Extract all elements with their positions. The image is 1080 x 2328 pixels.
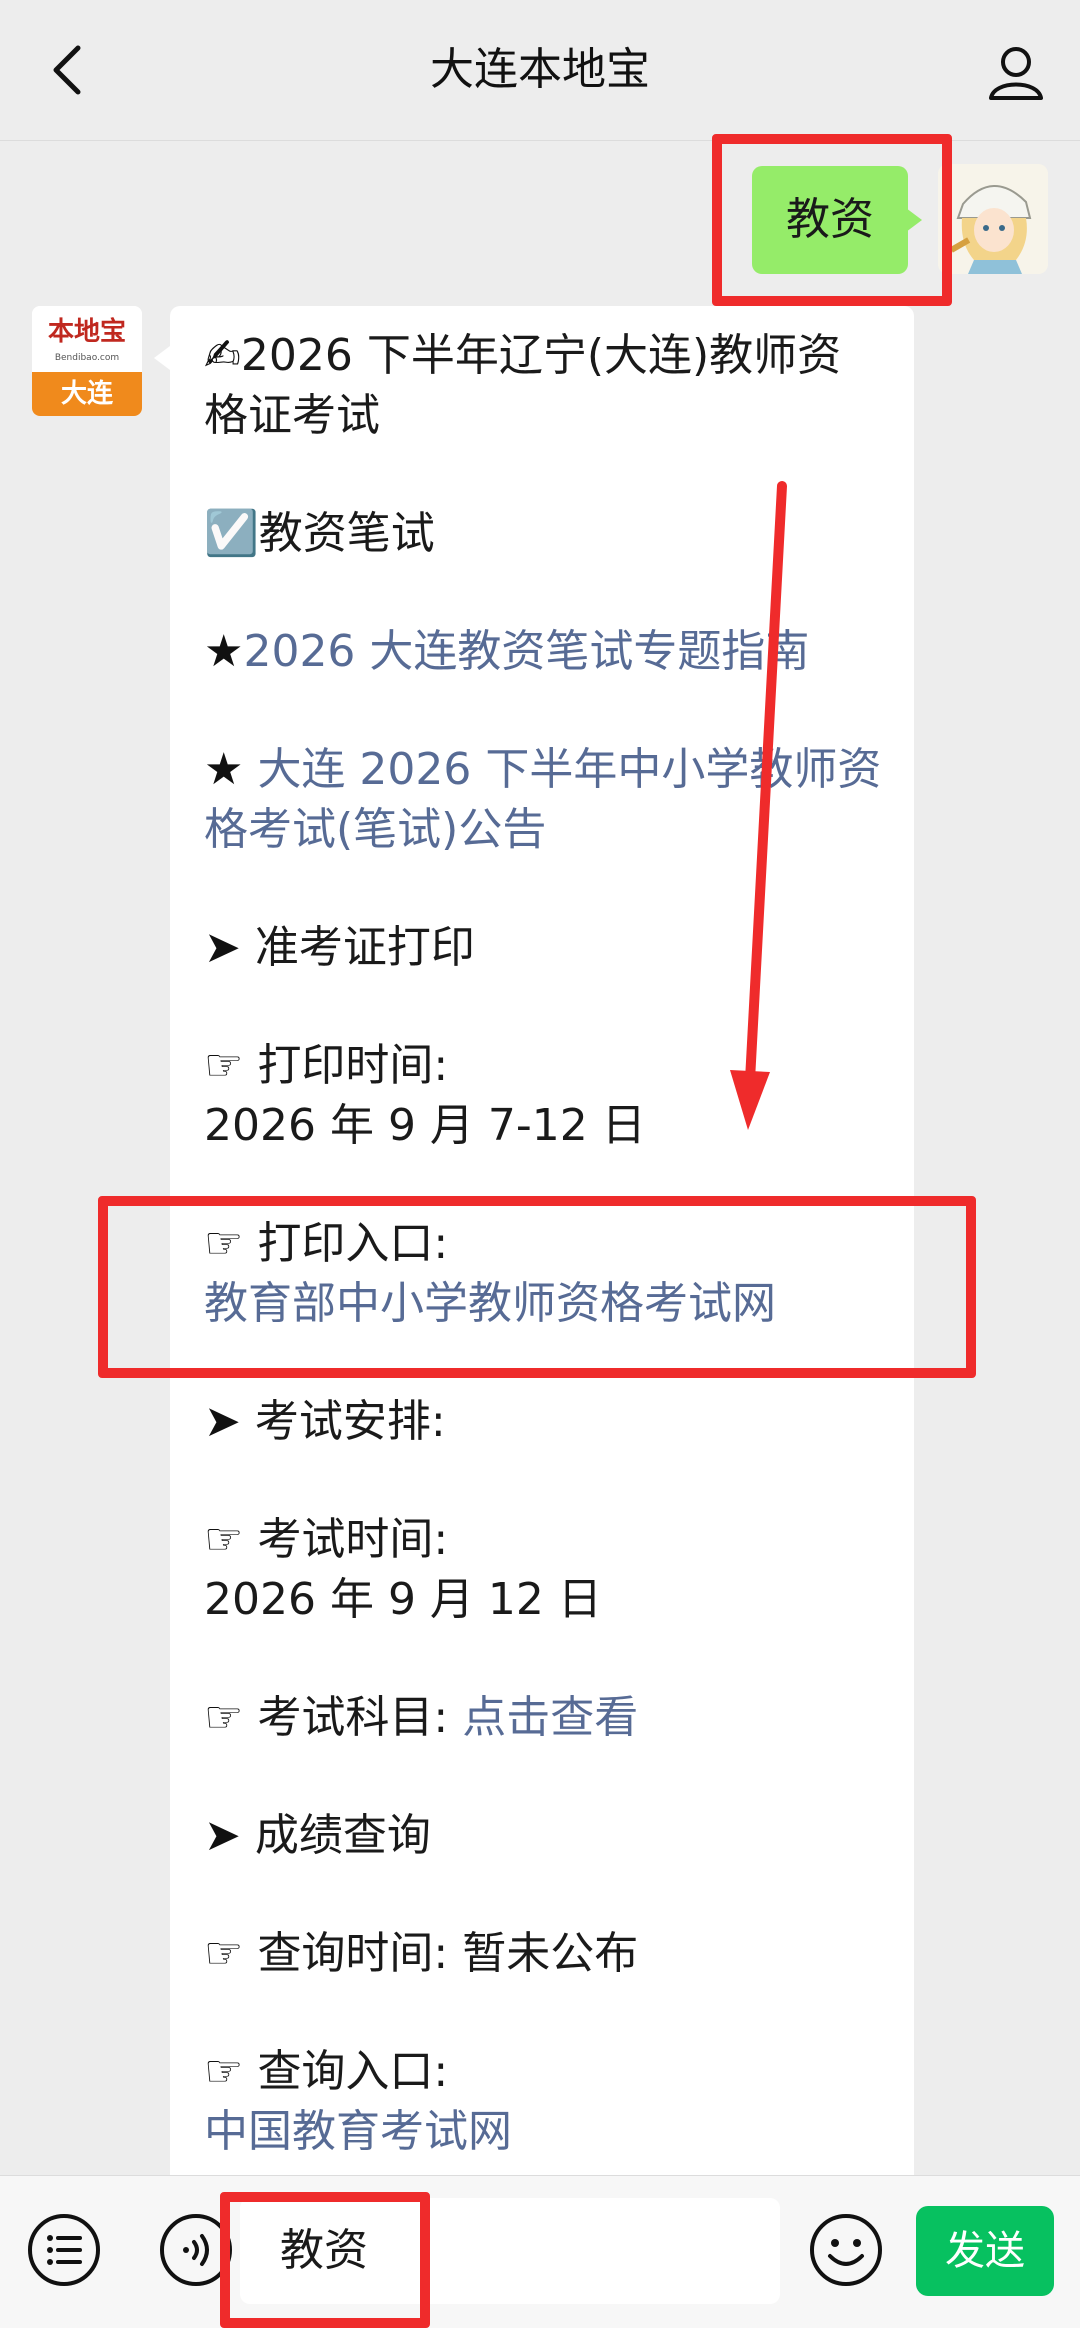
exam-time-value: 2026 年 9 月 12 日 xyxy=(204,1574,602,1625)
message-block-exam-arrangement: ➤ 考试安排: xyxy=(204,1392,882,1452)
user-icon xyxy=(989,47,1043,100)
star-icon: ★ xyxy=(204,626,244,677)
avatar-logo-sub: Bendibao.com xyxy=(54,353,120,363)
exam-arrangement-text: 考试安排: xyxy=(254,1396,446,1447)
menu-button[interactable] xyxy=(26,2212,102,2288)
title-text: 2026 下半年辽宁(大连)教师资格证考试 xyxy=(204,330,842,441)
query-entry-label: 查询入口: xyxy=(257,2046,449,2097)
arrow-icon: ➤ xyxy=(204,922,255,973)
query-entry-link[interactable]: 中国教育考试网 xyxy=(204,2106,512,2157)
writing-hand-icon: ✍ xyxy=(204,330,241,381)
pointing-hand-icon: ☞ xyxy=(204,1692,258,1743)
print-time-label: 打印时间: xyxy=(257,1040,449,1091)
annotation-arrow xyxy=(730,481,787,1130)
send-button[interactable]: 发送 xyxy=(916,2206,1054,2296)
exam-subject-label: 考试科目: xyxy=(257,1692,463,1743)
score-text: 成绩查询 xyxy=(254,1810,431,1861)
admission-text: 准考证打印 xyxy=(254,922,475,973)
message-block-exam-subject: ☞ 考试科目: 点击查看 xyxy=(204,1688,882,1748)
exam-subject-link[interactable]: 点击查看 xyxy=(462,1692,638,1743)
highlight-box-input xyxy=(220,2192,430,2328)
section-text: 教资笔试 xyxy=(258,508,435,559)
pointing-hand-icon: ☞ xyxy=(204,1928,258,1979)
chat-info-button[interactable] xyxy=(986,42,1046,102)
chat-header: 大连本地宝 xyxy=(0,0,1080,141)
arrow-icon: ➤ xyxy=(204,1810,255,1861)
pointing-hand-icon: ☞ xyxy=(204,1514,258,1565)
pointing-hand-icon: ☞ xyxy=(204,1040,258,1091)
list-menu-icon xyxy=(28,2214,100,2286)
print-time-value: 2026 年 9 月 7-12 日 xyxy=(204,1100,646,1151)
message-block-query-entry: ☞ 查询入口: 中国教育考试网 xyxy=(204,2042,882,2162)
emoji-button[interactable] xyxy=(808,2212,884,2288)
input-bar: 教资 发送 xyxy=(0,2175,1080,2328)
message-block-title: ✍2026 下半年辽宁(大连)教师资格证考试 xyxy=(204,326,882,446)
official-account-avatar[interactable]: 本地宝 Bendibao.com 大连 xyxy=(32,306,142,416)
pointing-hand-icon: ☞ xyxy=(204,2046,258,2097)
avatar-city: 大连 xyxy=(32,372,142,416)
message-block-exam-time: ☞ 考试时间: 2026 年 9 月 12 日 xyxy=(204,1510,882,1630)
exam-time-label: 考试时间: xyxy=(257,1514,449,1565)
query-time-text: 查询时间: 暂未公布 xyxy=(257,1928,639,1979)
avatar-logo: 本地宝 Bendibao.com xyxy=(32,306,142,372)
avatar-logo-text: 本地宝 xyxy=(47,317,126,347)
chat-title: 大连本地宝 xyxy=(430,44,650,95)
emoji-icon xyxy=(810,2214,882,2286)
star-icon: ★ xyxy=(204,744,258,795)
highlight-box-outgoing xyxy=(712,134,952,306)
user-avatar-image xyxy=(938,164,1048,274)
message-block-score: ➤ 成绩查询 xyxy=(204,1806,882,1866)
message-block-query-time: ☞ 查询时间: 暂未公布 xyxy=(204,1924,882,1984)
check-box-icon: ☑️ xyxy=(204,508,259,559)
arrow-icon: ➤ xyxy=(204,1396,255,1447)
highlight-box-print-entry xyxy=(98,1196,976,1378)
user-avatar[interactable] xyxy=(938,164,1048,274)
